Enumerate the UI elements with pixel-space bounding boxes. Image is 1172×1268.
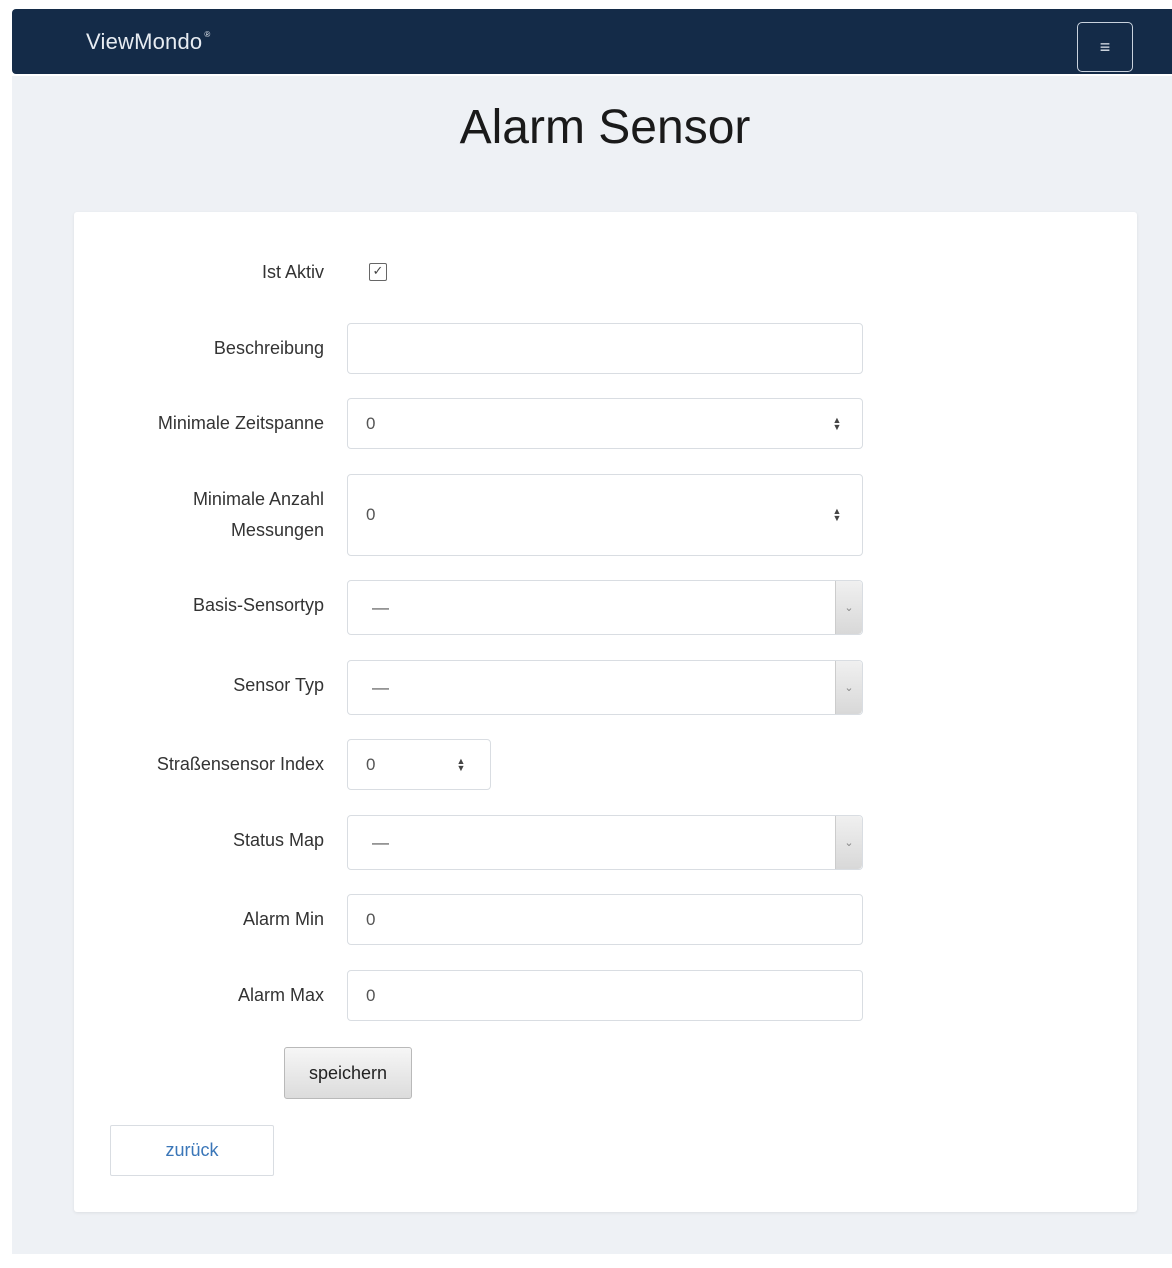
brand-logo[interactable]: ViewMondo ® [86,29,210,55]
ist-aktiv-label: Ist Aktiv [261,262,324,282]
hamburger-menu-icon: ≡ [1099,36,1111,57]
min-zeitspanne-label: Minimale Zeitspanne [157,413,324,433]
alarm-min-input[interactable]: 0 [347,894,863,945]
page: ViewMondo ® ≡ Alarm Sensor Ist Aktiv ✓ Be… [0,0,1172,1268]
spinner-icon[interactable]: ▲ ▼ [830,415,844,431]
page-title: Alarm Sensor [459,101,751,154]
basis-sensortyp-selected: — [372,597,389,617]
strassensensor-index-value: 0 [366,754,376,774]
basis-sensortyp-select[interactable]: — ⌄ [347,580,863,635]
alarm-min-value: 0 [366,909,376,929]
sensor-typ-select[interactable]: — ⌄ [347,660,863,715]
min-anzahl-label: Minimale Anzahl Messungen [84,484,324,546]
back-button[interactable]: zurück [110,1125,274,1176]
status-map-select[interactable]: — ⌄ [347,815,863,870]
spinner-icon[interactable]: ▲ ▼ [830,507,844,523]
brand-name: ViewMondo [86,29,203,54]
brand-mark: ® [204,30,211,39]
min-anzahl-label-line2: Messungen [230,520,324,540]
alarm-max-label: Alarm Max [237,985,324,1005]
sensor-typ-label: Sensor Typ [233,675,324,695]
min-zeitspanne-input[interactable]: 0 ▲ ▼ [347,398,863,449]
alarm-max-value: 0 [366,985,376,1005]
min-anzahl-input[interactable]: 0 ▲ ▼ [347,474,863,556]
beschreibung-label: Beschreibung [213,338,324,358]
beschreibung-input[interactable] [347,323,863,374]
chevron-down-icon: ⌄ [835,661,862,714]
basis-sensortyp-label: Basis-Sensortyp [192,595,324,615]
ist-aktiv-checkbox[interactable]: ✓ [369,263,387,281]
check-icon: ✓ [372,263,384,278]
status-map-label: Status Map [232,830,324,850]
strassensensor-index-input[interactable]: 0 ▲ ▼ [347,739,491,790]
chevron-down-icon: ⌄ [835,816,862,869]
alarm-max-input[interactable]: 0 [347,970,863,1021]
strassensensor-index-label: Straßensensor Index [156,754,324,774]
min-anzahl-value: 0 [366,505,376,524]
navbar: ViewMondo ® ≡ [12,9,1172,74]
min-zeitspanne-value: 0 [366,413,376,433]
menu-toggle-button[interactable]: ≡ [1077,22,1133,72]
save-button[interactable]: speichern [284,1047,412,1099]
min-anzahl-label-line1: Minimale Anzahl [192,489,324,509]
alarm-min-label: Alarm Min [242,909,324,929]
chevron-down-icon: ⌄ [835,581,862,634]
sensor-typ-selected: — [372,677,389,697]
spinner-icon[interactable]: ▲ ▼ [454,756,468,772]
status-map-selected: — [372,832,389,852]
